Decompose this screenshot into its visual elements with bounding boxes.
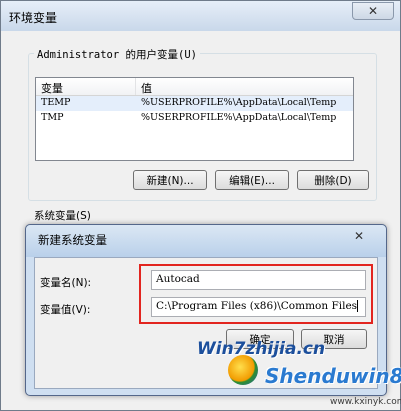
dialog-titlebar: 新建系统变量 ✕ <box>26 225 386 257</box>
variable-name-label: 变量名(N): <box>40 277 92 289</box>
window-titlebar: 环境变量 ✕ <box>1 1 400 31</box>
watermark-logo-icon <box>228 355 258 385</box>
system-variables-label: 系统变量(S) <box>34 210 91 222</box>
list-item-value: %USERPROFILE%\AppData\Local\Temp <box>141 112 337 123</box>
watermark-main: Win7zhijia.cn <box>197 339 326 359</box>
close-icon: ✕ <box>353 229 364 243</box>
watermark-brand: Shenduwin8 <box>265 364 401 388</box>
user-new-button[interactable]: 新建(N)... <box>133 170 207 190</box>
user-edit-button[interactable]: 编辑(E)... <box>215 170 289 190</box>
dialog-title: 新建系统变量 <box>38 233 107 247</box>
watermark-site: www.kxinyk.com <box>330 397 401 407</box>
highlight-box <box>139 264 373 324</box>
list-item[interactable]: TMP %USERPROFILE%\AppData\Local\Temp <box>36 111 353 126</box>
window-title: 环境变量 <box>9 11 58 25</box>
list-item-value: %USERPROFILE%\AppData\Local\Temp <box>141 97 337 108</box>
column-header-value[interactable]: 值 <box>136 78 353 95</box>
close-icon: ✕ <box>367 4 379 18</box>
list-item[interactable]: TEMP %USERPROFILE%\AppData\Local\Temp <box>36 96 353 111</box>
list-header: 变量 值 <box>36 78 353 96</box>
user-variables-list[interactable]: 变量 值 TEMP %USERPROFILE%\AppData\Local\Te… <box>35 77 354 161</box>
user-variables-label: Administrator 的用户变量(U) <box>34 47 200 62</box>
column-header-name[interactable]: 变量 <box>36 78 136 95</box>
list-item-name: TEMP <box>41 97 71 108</box>
window-close-button[interactable]: ✕ <box>352 2 394 20</box>
user-delete-button[interactable]: 删除(D) <box>297 170 369 190</box>
variable-value-label: 变量值(V): <box>40 304 91 316</box>
dialog-close-button[interactable]: ✕ <box>354 229 364 243</box>
list-item-name: TMP <box>41 112 64 123</box>
